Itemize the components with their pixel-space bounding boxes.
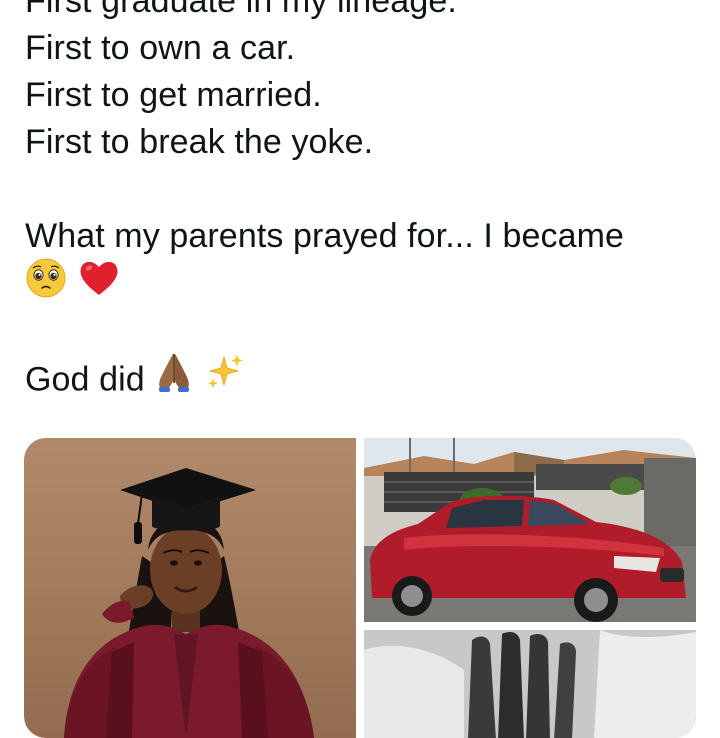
tweet-line-graduate: First graduate in my lineage. [25,0,457,20]
sparkles-emoji [204,351,246,406]
media-grid[interactable] [24,438,696,738]
god-did-text: God did [25,360,145,399]
red-heart-emoji [77,257,121,312]
folded-hands-emoji [154,351,194,406]
tweet-line-yoke: First to break the yoke. [25,123,374,161]
tweet-line-god-did: God did [25,354,705,401]
graduation-portrait-photo[interactable] [24,438,356,738]
pleading-face-emoji [25,257,67,312]
emoji-line [25,258,705,307]
tweet-line-married: First to get married. [25,76,322,114]
tweet-text: First graduate in my lineage. First to o… [25,0,705,401]
red-sedan-car-photo[interactable] [364,438,696,622]
tweet-line-parents: What my parents prayed for... I became [25,217,625,255]
tweet-line-car: First to own a car. [25,29,296,67]
black-and-white-hands-photo[interactable] [364,630,696,738]
